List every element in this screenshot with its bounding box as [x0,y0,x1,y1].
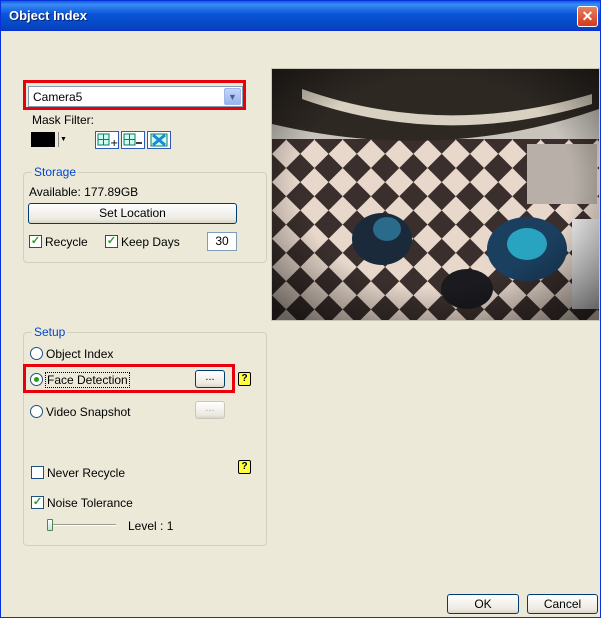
noise-tolerance-checkbox[interactable]: ✓ [31,496,44,509]
never-recycle-label: Never Recycle [47,466,126,480]
object-index-label: Object Index [46,347,114,361]
radio-selected-dot [34,377,39,382]
set-location-button[interactable]: Set Location [28,203,237,224]
noise-level-slider[interactable] [46,519,118,531]
slider-thumb[interactable] [47,519,53,531]
ok-button[interactable]: OK [447,594,519,614]
chevron-down-icon: ▼ [58,132,67,147]
face-detection-settings-button[interactable]: ... [195,370,225,388]
camera-preview [271,68,600,321]
storage-available: Available: 177.89GB [29,185,139,199]
face-detection-help-icon[interactable]: ? [238,372,251,386]
object-index-radio[interactable] [30,347,43,360]
noise-tolerance-label: Noise Tolerance [47,496,133,510]
mask-clear-icon[interactable] [147,131,171,149]
face-detection-radio[interactable] [30,373,43,386]
video-snapshot-label: Video Snapshot [46,405,131,419]
mask-remove-icon[interactable] [121,131,145,149]
close-button[interactable]: ✕ [577,6,598,27]
never-recycle-help-icon[interactable]: ? [238,460,251,474]
object-index-dialog: Object Index ✕ Camera5 ▼ Mask Filter: ▼ … [0,0,601,618]
camera-select-value: Camera5 [33,90,83,104]
mask-color-picker[interactable]: ▼ [31,132,67,148]
slider-track [48,524,116,526]
camera-preview-image [272,69,599,320]
face-detection-label: Face Detection [45,372,130,388]
color-swatch-icon [31,132,55,147]
mask-add-icon[interactable]: + [95,131,119,149]
keep-days-label: Keep Days [121,235,180,249]
recycle-checkbox[interactable]: ✓ [29,235,42,248]
window-title: Object Index [9,8,88,23]
keep-days-input[interactable]: 30 [207,232,237,251]
video-snapshot-settings-button[interactable]: ... [195,401,225,419]
storage-group-title: Storage [32,165,79,179]
title-bar: Object Index ✕ [1,1,600,31]
cancel-button[interactable]: Cancel [527,594,598,614]
video-snapshot-radio[interactable] [30,405,43,418]
noise-level-value: Level : 1 [128,519,174,533]
keep-days-checkbox[interactable]: ✓ [105,235,118,248]
never-recycle-checkbox[interactable] [31,466,44,479]
setup-group-title: Setup [32,325,68,339]
mask-filter-label: Mask Filter: [32,113,95,127]
camera-select[interactable]: Camera5 ▼ [28,86,243,107]
chevron-down-icon[interactable]: ▼ [224,88,241,105]
recycle-label: Recycle [45,235,88,249]
svg-text:+: + [110,138,118,148]
